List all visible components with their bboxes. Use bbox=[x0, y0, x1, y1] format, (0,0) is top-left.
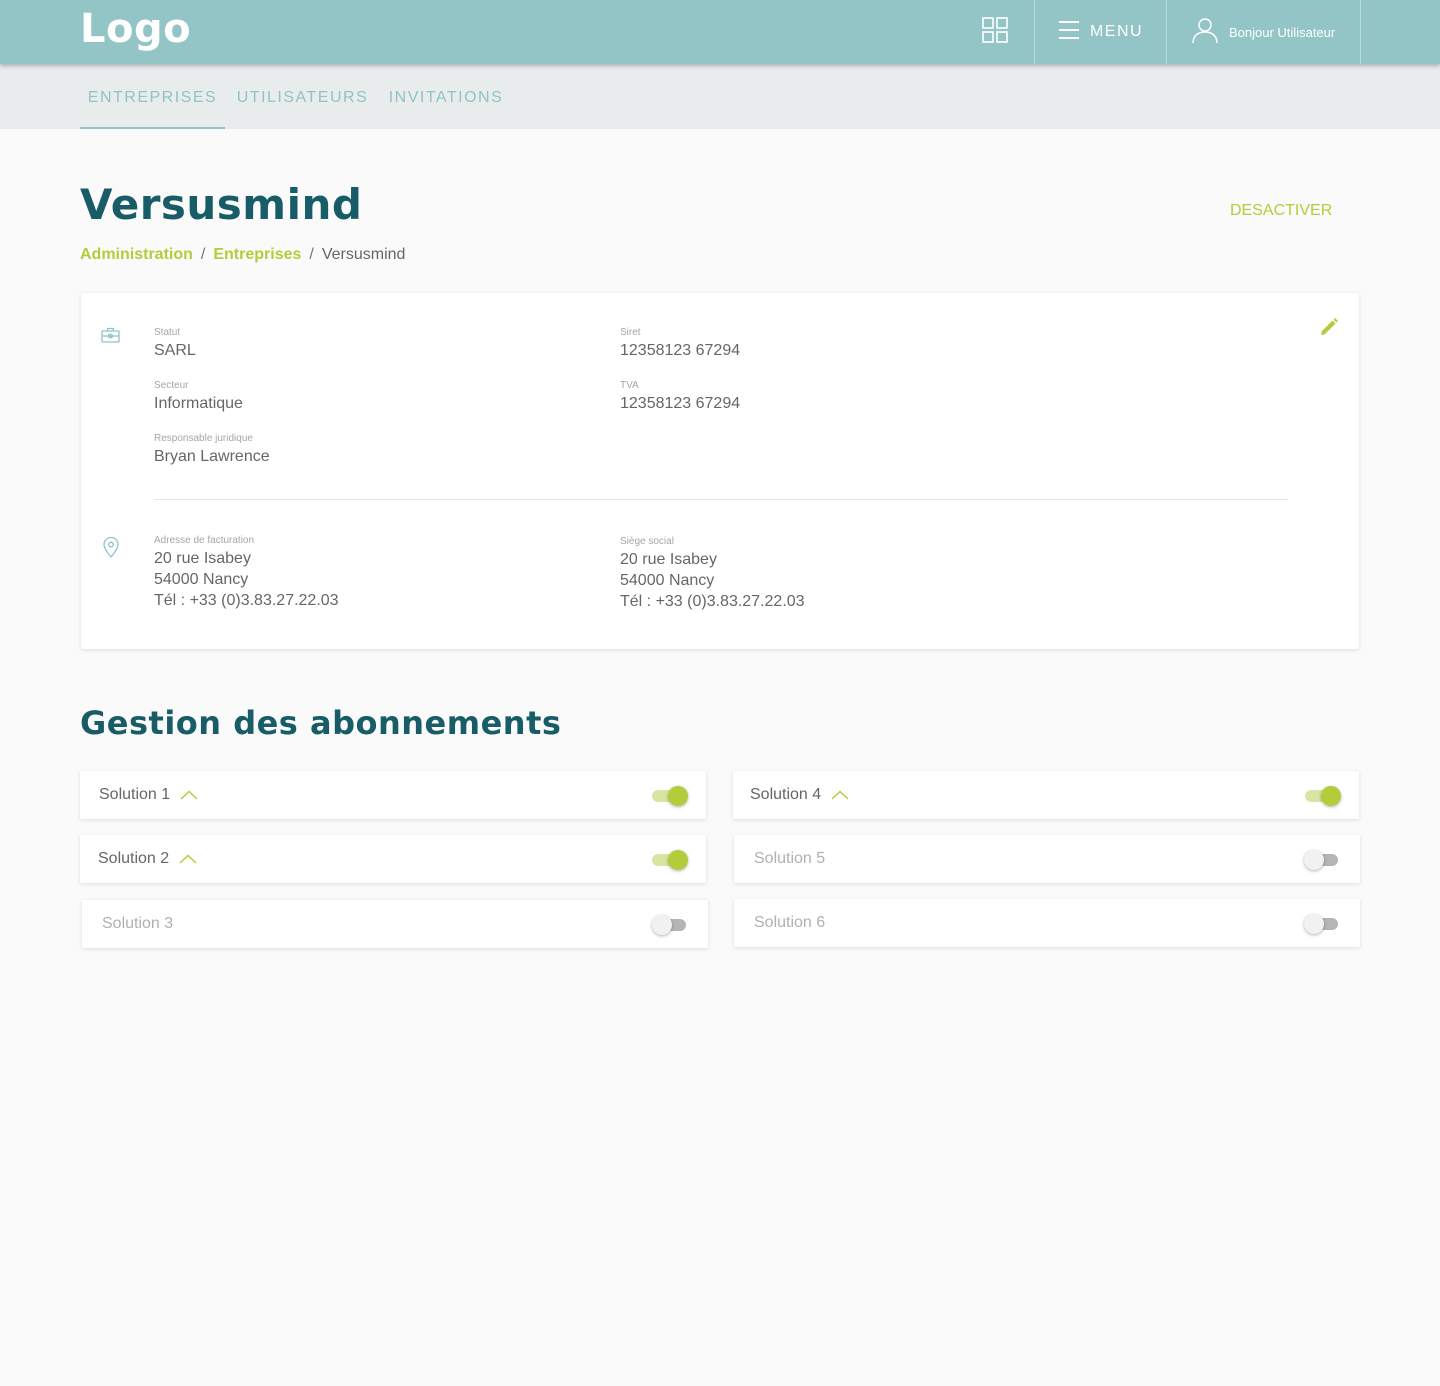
page-title: Versusmind bbox=[80, 180, 363, 229]
subscription-item[interactable]: Solution 4 bbox=[733, 771, 1359, 819]
top-bar: Logo MENU Bonjour Utilisateur bbox=[0, 0, 1440, 64]
subscription-name: Solution 1 bbox=[99, 786, 171, 803]
address-line: 20 rue Isabey bbox=[154, 550, 251, 567]
user-greeting: Bonjour Utilisateur bbox=[1229, 24, 1336, 40]
subscription-item[interactable]: Solution 1 bbox=[80, 771, 706, 819]
field-head-office: Siège social 20 rue Isabey 54000 Nancy T… bbox=[620, 536, 805, 612]
chevron-up-icon[interactable] bbox=[179, 854, 197, 864]
field-responsable: Responsable juridique Bryan Lawrence bbox=[154, 433, 270, 467]
grid-icon bbox=[982, 16, 1008, 48]
subscription-toggle[interactable] bbox=[650, 785, 688, 806]
subscription-toggle[interactable] bbox=[1304, 913, 1340, 934]
menu-button[interactable]: MENU bbox=[1034, 0, 1166, 64]
tab-utilisateurs[interactable]: UTILISATEURS bbox=[235, 64, 370, 129]
tab-invitations[interactable]: INVITATIONS bbox=[385, 64, 507, 129]
address-line: 54000 Nancy bbox=[154, 571, 249, 588]
field-value: Bryan Lawrence bbox=[154, 448, 270, 465]
subscription-name: Solution 3 bbox=[102, 915, 174, 932]
field-billing-address: Adresse de facturation 20 rue Isabey 540… bbox=[154, 535, 339, 611]
briefcase-icon bbox=[101, 327, 120, 349]
edit-icon[interactable] bbox=[1319, 317, 1339, 342]
menu-label: MENU bbox=[1089, 23, 1144, 40]
field-value: SARL bbox=[154, 342, 196, 359]
subscriptions-title: Gestion des abonnements bbox=[80, 704, 562, 742]
field-statut: Statut SARL bbox=[154, 327, 196, 361]
address-phone: Tél : +33 (0)3.83.27.22.03 bbox=[620, 593, 805, 610]
deactivate-button[interactable]: DESACTIVER bbox=[1230, 202, 1332, 220]
field-value: 12358123 67294 bbox=[620, 395, 741, 412]
subscription-name: Solution 4 bbox=[750, 786, 822, 803]
breadcrumb-current: Versusmind bbox=[321, 246, 406, 263]
subscription-toggle[interactable] bbox=[1304, 849, 1340, 870]
field-label: TVA bbox=[620, 380, 639, 391]
logo[interactable]: Logo bbox=[80, 6, 191, 52]
breadcrumb-separator: / bbox=[200, 246, 206, 263]
address-line: 54000 Nancy bbox=[620, 572, 715, 589]
field-label: Siret bbox=[620, 327, 641, 338]
chevron-up-icon[interactable] bbox=[831, 790, 849, 800]
breadcrumb-separator: / bbox=[309, 246, 314, 263]
breadcrumb-administration[interactable]: Administration bbox=[80, 246, 193, 263]
user-icon bbox=[1191, 16, 1219, 49]
field-tva: TVA 12358123 67294 bbox=[620, 380, 740, 414]
field-secteur: Secteur Informatique bbox=[154, 380, 243, 414]
field-value: Informatique bbox=[154, 395, 243, 412]
chevron-up-icon[interactable] bbox=[180, 790, 198, 800]
section-divider bbox=[154, 499, 1288, 500]
tab-bar: ENTREPRISES UTILISATEURS INVITATIONS bbox=[0, 64, 1440, 129]
apps-button[interactable] bbox=[956, 0, 1034, 64]
tab-entreprises[interactable]: ENTREPRISES bbox=[80, 64, 225, 129]
field-label: Responsable juridique bbox=[154, 433, 253, 444]
user-menu[interactable]: Bonjour Utilisateur bbox=[1166, 0, 1361, 64]
subscription-item[interactable]: Solution 2 bbox=[80, 835, 706, 883]
subscription-item[interactable]: Solution 5 bbox=[734, 835, 1360, 883]
address-phone: Tél : +33 (0)3.83.27.22.03 bbox=[154, 592, 339, 609]
breadcrumb: Administration / Entreprises / Versusmind bbox=[80, 246, 405, 264]
field-label: Secteur bbox=[154, 380, 189, 391]
address-line: 20 rue Isabey bbox=[620, 551, 717, 568]
hamburger-icon bbox=[1058, 19, 1080, 46]
field-label: Adresse de facturation bbox=[154, 535, 255, 546]
field-value: 12358123 67294 bbox=[620, 342, 741, 359]
company-info-card: Statut SARL Secteur Informatique Respons… bbox=[81, 293, 1359, 649]
breadcrumb-entreprises[interactable]: Entreprises bbox=[213, 246, 301, 263]
subscription-toggle[interactable] bbox=[1303, 785, 1341, 806]
field-label: Siège social bbox=[620, 536, 674, 547]
subscription-item[interactable]: Solution 3 bbox=[82, 900, 708, 948]
subscription-item[interactable]: Solution 6 bbox=[734, 899, 1360, 947]
subscription-name: Solution 2 bbox=[98, 850, 170, 867]
subscription-toggle[interactable] bbox=[652, 914, 688, 935]
field-siret: Siret 12358123 67294 bbox=[620, 327, 740, 361]
subscription-name: Solution 6 bbox=[754, 914, 826, 931]
subscription-toggle[interactable] bbox=[650, 849, 688, 870]
subscription-name: Solution 5 bbox=[754, 850, 826, 867]
location-pin-icon bbox=[102, 536, 120, 563]
field-label: Statut bbox=[154, 327, 181, 338]
